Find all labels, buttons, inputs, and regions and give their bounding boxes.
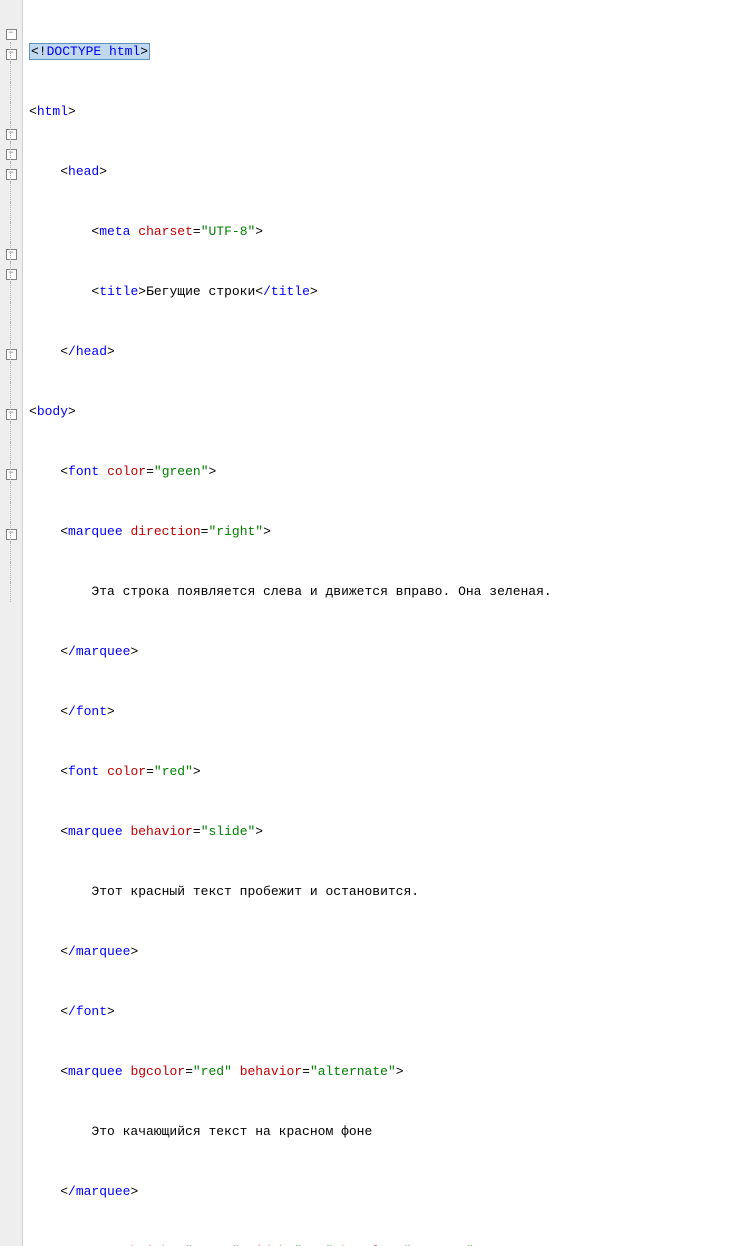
fold-toggle[interactable]: − <box>6 249 17 260</box>
line-font2-open: <font color="red"> <box>29 762 729 782</box>
fold-toggle[interactable]: − <box>6 169 17 180</box>
line-doctype: <!DOCTYPE html> <box>29 42 729 62</box>
line-marquee1-open: <marquee direction="right"> <box>29 522 729 542</box>
fold-toggle[interactable]: − <box>6 49 17 60</box>
fold-toggle[interactable]: − <box>6 29 17 40</box>
line-font1-open: <font color="green"> <box>29 462 729 482</box>
fold-toggle[interactable]: − <box>6 409 17 420</box>
line-marquee2-close: </marquee> <box>29 942 729 962</box>
line-marquee4-open: <marquee height="100px" width="50%" bgco… <box>29 1242 729 1246</box>
fold-toggle[interactable]: − <box>6 349 17 360</box>
line-head-close: </head> <box>29 342 729 362</box>
fold-toggle[interactable]: − <box>6 269 17 280</box>
line-marquee3-open: <marquee bgcolor="red" behavior="alterna… <box>29 1062 729 1082</box>
line-head-open: <head> <box>29 162 729 182</box>
code-editor: − − − − − − − − − − − <!DOCTYPE html> <h… <box>0 0 729 1246</box>
fold-toggle[interactable]: − <box>6 149 17 160</box>
fold-toggle[interactable]: − <box>6 529 17 540</box>
line-marquee3-close: </marquee> <box>29 1182 729 1202</box>
fold-gutter: − − − − − − − − − − − <box>0 0 23 1246</box>
line-font2-close: </font> <box>29 1002 729 1022</box>
line-html-open: <html> <box>29 102 729 122</box>
fold-toggle[interactable]: − <box>6 129 17 140</box>
line-marquee1-text: Эта строка появляется слева и движется в… <box>29 582 729 602</box>
line-title: <title>Бегущие строки</title> <box>29 282 729 302</box>
code-area[interactable]: <!DOCTYPE html> <html> <head> <meta char… <box>23 0 729 1246</box>
line-marquee2-open: <marquee behavior="slide"> <box>29 822 729 842</box>
line-font1-close: </font> <box>29 702 729 722</box>
line-marquee1-close: </marquee> <box>29 642 729 662</box>
fold-toggle[interactable]: − <box>6 469 17 480</box>
line-marquee2-text: Этот красный текст пробежит и остановитс… <box>29 882 729 902</box>
line-body-open: <body> <box>29 402 729 422</box>
line-marquee3-text: Это качающийся текст на красном фоне <box>29 1122 729 1142</box>
line-meta: <meta charset="UTF-8"> <box>29 222 729 242</box>
